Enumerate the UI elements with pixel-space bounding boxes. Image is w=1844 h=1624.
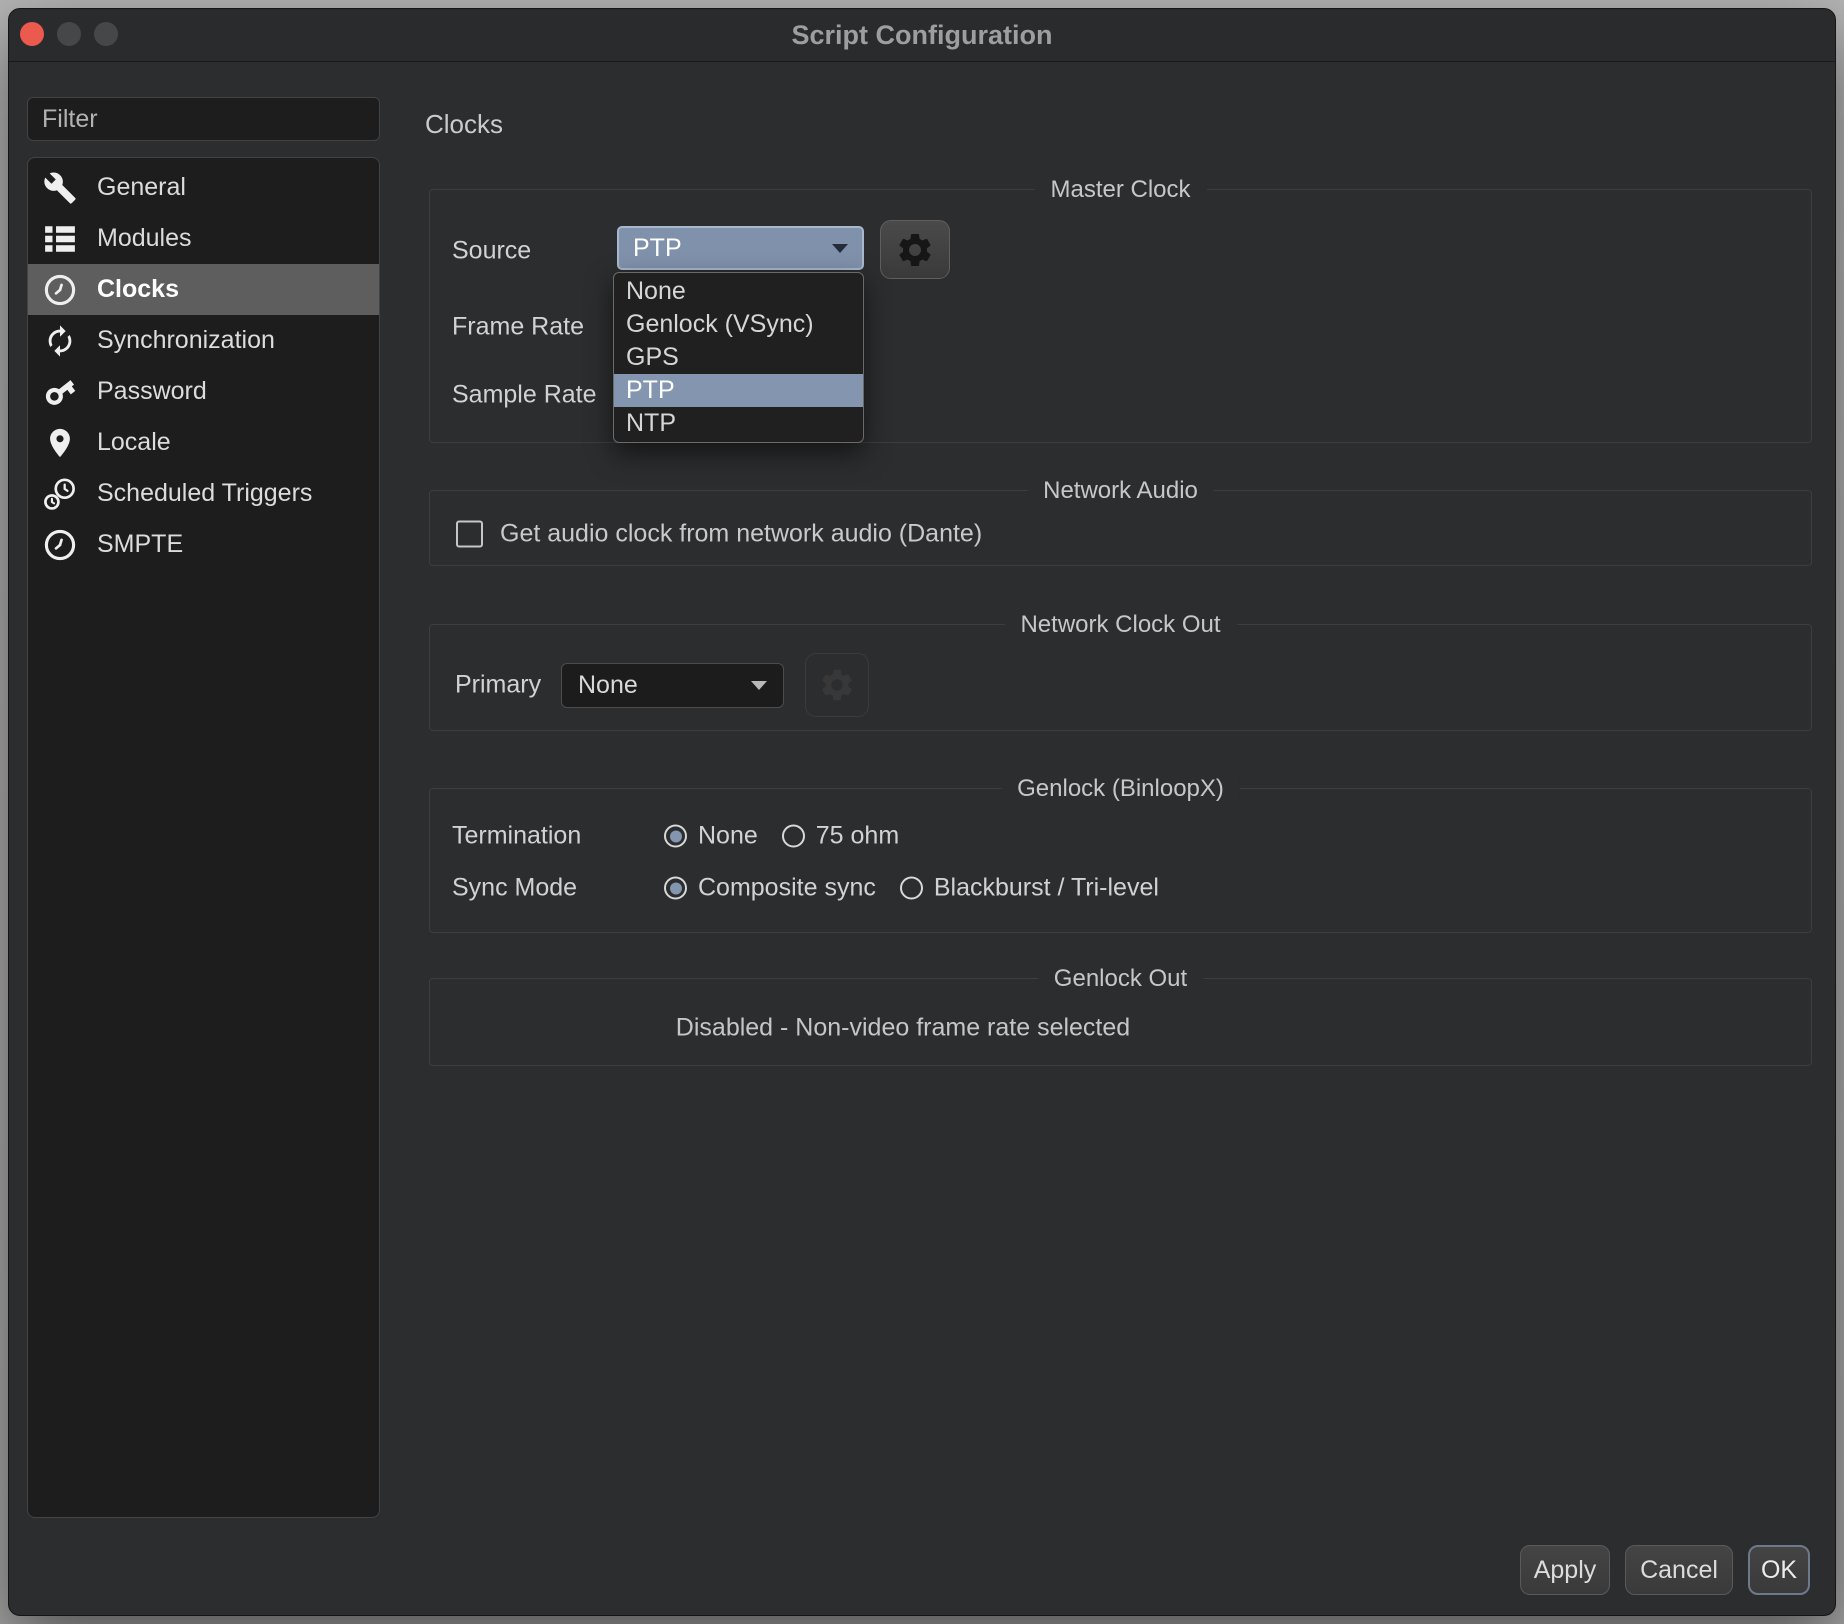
sync-mode-label: Sync Mode [452, 874, 577, 903]
radio-icon [664, 877, 687, 900]
menu-option-genlock[interactable]: Genlock (VSync) [614, 308, 863, 341]
menu-option-none[interactable]: None [614, 275, 863, 308]
footer-button-bar: Apply Cancel OK [1520, 1545, 1810, 1595]
zoom-button[interactable] [94, 22, 118, 46]
primary-dropdown[interactable]: None [561, 663, 784, 708]
sidebar-item-label: SMPTE [97, 530, 183, 559]
sidebar-item-label: Synchronization [97, 326, 275, 355]
termination-radio-none[interactable]: None [664, 822, 758, 851]
sidebar-item-scheduled-triggers[interactable]: Scheduled Triggers [28, 468, 379, 519]
sync-mode-radio-blackburst[interactable]: Blackburst / Tri-level [900, 874, 1159, 903]
menu-option-gps[interactable]: GPS [614, 341, 863, 374]
source-dropdown-value: PTP [633, 234, 682, 263]
network-clock-out-group: Network Clock Out Primary None [429, 624, 1812, 731]
source-dropdown[interactable]: PTP [617, 226, 864, 270]
key-icon [42, 374, 78, 410]
network-audio-checkbox[interactable] [456, 521, 483, 548]
sidebar-item-password[interactable]: Password [28, 366, 379, 417]
genlock-out-group: Genlock Out Disabled - Non-video frame r… [429, 978, 1812, 1066]
sidebar-item-label: General [97, 173, 186, 202]
radio-icon [664, 825, 687, 848]
source-label: Source [452, 237, 531, 266]
filter-input[interactable] [27, 97, 380, 141]
wrench-icon [42, 170, 78, 206]
minimize-button[interactable] [57, 22, 81, 46]
sidebar-item-label: Scheduled Triggers [97, 479, 312, 508]
window-title: Script Configuration [792, 20, 1053, 51]
radio-icon [900, 877, 923, 900]
sidebar-item-modules[interactable]: Modules [28, 213, 379, 264]
close-button[interactable] [20, 22, 44, 46]
location-pin-icon [42, 425, 78, 461]
menu-option-ptp[interactable]: PTP [614, 374, 863, 407]
sidebar-item-general[interactable]: General [28, 162, 379, 213]
gear-icon [895, 230, 935, 270]
network-audio-legend: Network Audio [1027, 477, 1214, 505]
apply-button[interactable]: Apply [1520, 1545, 1610, 1595]
genlock-out-status: Disabled - Non-video frame rate selected [676, 1014, 1130, 1043]
cancel-button[interactable]: Cancel [1625, 1545, 1733, 1595]
genlock-group: Genlock (BinloopX) Termination None 75 o… [429, 788, 1812, 933]
sidebar-item-label: Clocks [97, 275, 179, 304]
master-clock-legend: Master Clock [1034, 176, 1206, 204]
dual-clock-icon [42, 476, 78, 512]
sidebar-item-smpte[interactable]: SMPTE [28, 519, 379, 570]
sidebar-item-synchronization[interactable]: Synchronization [28, 315, 379, 366]
desktop: { "window": { "title": "Script Configura… [0, 0, 1844, 1624]
termination-label: Termination [452, 822, 581, 851]
clock-icon [42, 272, 78, 308]
list-icon [42, 221, 78, 257]
page-title: Clocks [425, 109, 503, 140]
script-configuration-window: Script Configuration General Modules Clo… [8, 8, 1836, 1616]
ok-button[interactable]: OK [1748, 1545, 1810, 1595]
sync-mode-radio-composite[interactable]: Composite sync [664, 874, 876, 903]
genlock-legend: Genlock (BinloopX) [1001, 775, 1240, 803]
sync-icon [42, 323, 78, 359]
titlebar: Script Configuration [9, 9, 1835, 62]
source-dropdown-menu: None Genlock (VSync) GPS PTP NTP [613, 272, 864, 443]
menu-option-ntp[interactable]: NTP [614, 407, 863, 440]
sample-rate-label: Sample Rate [452, 381, 597, 410]
primary-settings-button[interactable] [805, 653, 869, 717]
clock-icon [42, 527, 78, 563]
gear-icon [818, 666, 856, 704]
sidebar: General Modules Clocks Synchronization P… [27, 157, 380, 1518]
sidebar-item-clocks[interactable]: Clocks [28, 264, 379, 315]
primary-dropdown-value: None [578, 671, 638, 700]
network-audio-checkbox-label[interactable]: Get audio clock from network audio (Dant… [500, 520, 982, 549]
network-clock-out-legend: Network Clock Out [1004, 611, 1236, 639]
sidebar-item-label: Locale [97, 428, 171, 457]
chevron-down-icon [751, 681, 767, 690]
chevron-down-icon [832, 244, 848, 253]
sidebar-item-label: Password [97, 377, 207, 406]
sidebar-item-locale[interactable]: Locale [28, 417, 379, 468]
primary-label: Primary [455, 671, 541, 700]
sidebar-item-label: Modules [97, 224, 192, 253]
network-audio-group: Network Audio Get audio clock from netwo… [429, 490, 1812, 566]
termination-radio-75ohm[interactable]: 75 ohm [782, 822, 899, 851]
frame-rate-label: Frame Rate [452, 313, 584, 342]
genlock-out-legend: Genlock Out [1038, 965, 1203, 993]
source-settings-button[interactable] [880, 220, 950, 279]
radio-icon [782, 825, 805, 848]
